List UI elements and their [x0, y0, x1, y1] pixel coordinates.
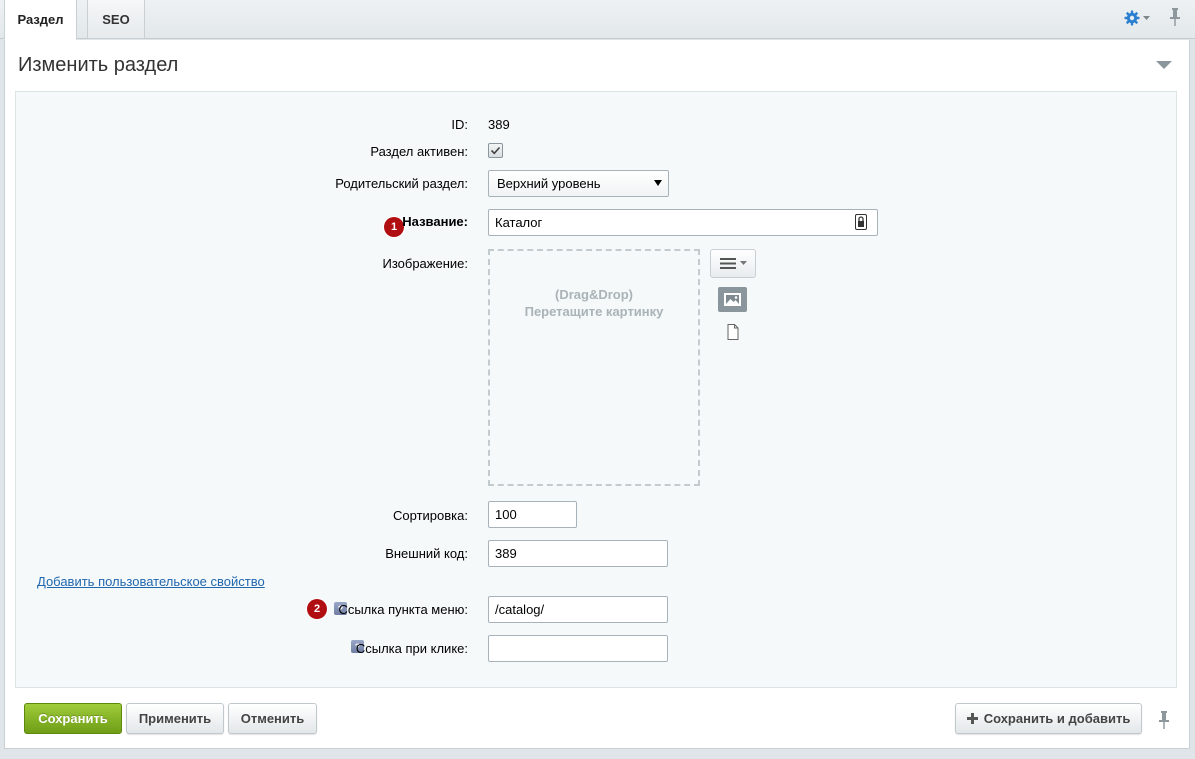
- image-icon: [724, 293, 741, 306]
- id-label: ID:: [451, 117, 468, 132]
- active-checkbox[interactable]: [488, 143, 503, 158]
- parent-section-select[interactable]: Верхний уровень: [488, 170, 669, 197]
- hamburger-icon: [719, 258, 736, 269]
- parent-section-value: Верхний уровень: [497, 176, 601, 191]
- name-badge: 1: [384, 217, 404, 237]
- chevron-down-icon: [1143, 15, 1150, 20]
- sort-input[interactable]: [488, 501, 577, 528]
- external-code-label: Внешний код:: [385, 546, 468, 561]
- image-label: Изображение:: [382, 256, 468, 271]
- image-upload-button[interactable]: [718, 287, 747, 312]
- click-link-label: Ссылка при клике:: [355, 641, 468, 656]
- save-and-add-label: Сохранить и добавить: [983, 711, 1131, 726]
- sort-label: Сортировка:: [393, 508, 468, 523]
- pin-icon[interactable]: [1168, 7, 1182, 27]
- tab-section-label: Раздел: [17, 12, 64, 27]
- tab-section[interactable]: Раздел: [4, 0, 77, 40]
- page-title: Изменить раздел: [18, 54, 179, 76]
- settings-button[interactable]: [1124, 8, 1154, 28]
- image-dropzone[interactable]: (Drag&Drop) Перетащите картинку: [488, 249, 700, 486]
- parent-section-label: Родительский раздел:: [335, 176, 468, 191]
- dropdown-arrow-icon: [654, 180, 662, 186]
- image-menu-button[interactable]: [710, 249, 756, 278]
- id-value: 389: [488, 117, 510, 132]
- dropzone-hint-line2: Перетащите картинку: [524, 304, 664, 319]
- name-input[interactable]: [488, 209, 878, 236]
- tab-bar: Раздел SEO: [0, 0, 1195, 40]
- save-button[interactable]: Сохранить: [24, 703, 122, 734]
- triangle-down-icon[interactable]: [1156, 61, 1172, 69]
- plus-icon: [966, 713, 978, 724]
- add-user-property-link[interactable]: Добавить пользовательское свойство: [37, 574, 265, 589]
- lock-icon[interactable]: [855, 214, 867, 230]
- external-code-input[interactable]: [488, 540, 668, 567]
- tab-seo-label: SEO: [102, 11, 130, 27]
- tab-seo[interactable]: SEO: [87, 0, 145, 39]
- cancel-button[interactable]: Отменить: [228, 703, 317, 734]
- pin-icon[interactable]: [1157, 710, 1171, 730]
- dropzone-hint-line1: (Drag&Drop): [555, 287, 633, 302]
- apply-button[interactable]: Применить: [126, 703, 224, 734]
- gear-icon: [1124, 10, 1140, 26]
- name-label: Название:: [402, 214, 468, 229]
- edit-section-panel: Изменить раздел ID: 389 Раздел активен: …: [4, 40, 1190, 749]
- chevron-down-icon: [739, 261, 747, 265]
- menu-link-input[interactable]: [488, 596, 668, 623]
- save-and-add-button[interactable]: Сохранить и добавить: [955, 703, 1142, 734]
- menu-link-label: Ссылка пункта меню:: [338, 602, 468, 617]
- file-icon[interactable]: [726, 324, 740, 340]
- active-label: Раздел активен:: [370, 144, 468, 159]
- click-link-input[interactable]: [488, 635, 668, 662]
- checkmark-icon: [490, 146, 501, 155]
- menu-link-badge: 2: [307, 599, 327, 619]
- form-area: ID: 389 Раздел активен: Родительский раз…: [15, 91, 1177, 688]
